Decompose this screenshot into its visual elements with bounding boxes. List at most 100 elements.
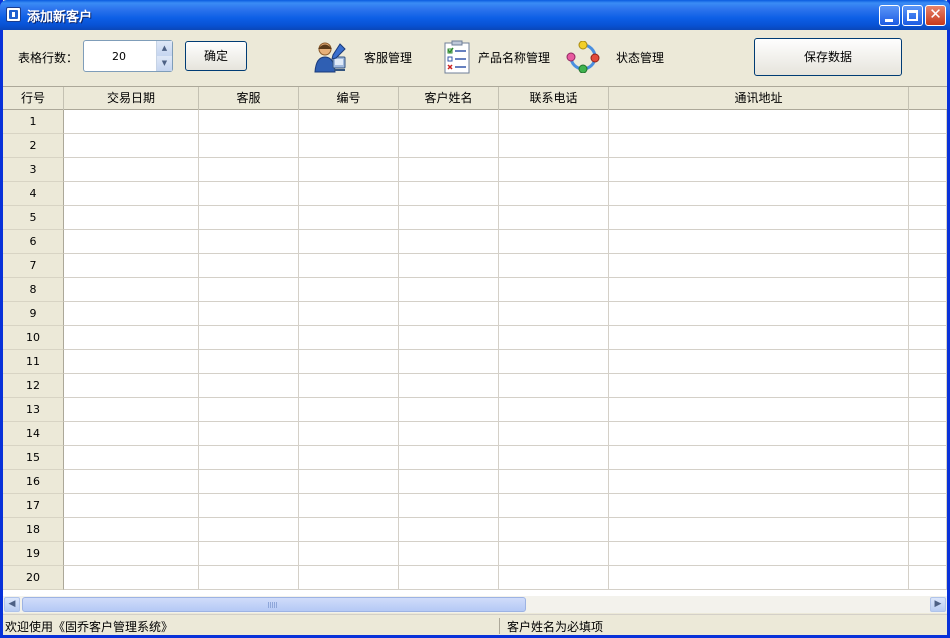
table-cell[interactable] <box>909 254 947 278</box>
table-cell[interactable] <box>399 278 499 302</box>
table-cell[interactable] <box>499 542 609 566</box>
table-cell[interactable] <box>199 350 299 374</box>
table-cell[interactable] <box>609 230 909 254</box>
table-cell[interactable] <box>199 566 299 590</box>
row-number[interactable]: 15 <box>3 446 64 470</box>
table-cell[interactable] <box>499 278 609 302</box>
table-cell[interactable] <box>299 326 399 350</box>
table-cell[interactable] <box>609 566 909 590</box>
table-cell[interactable] <box>64 206 199 230</box>
table-cell[interactable] <box>909 326 947 350</box>
table-cell[interactable] <box>199 134 299 158</box>
table-cell[interactable] <box>199 374 299 398</box>
table-cell[interactable] <box>609 134 909 158</box>
app-icon[interactable] <box>6 7 21 22</box>
table-cell[interactable] <box>499 470 609 494</box>
table-cell[interactable] <box>64 134 199 158</box>
table-row[interactable]: 5 <box>3 206 947 230</box>
horizontal-scrollbar[interactable]: ◀ ▶ <box>3 596 947 613</box>
table-cell[interactable] <box>609 182 909 206</box>
table-cell[interactable] <box>499 158 609 182</box>
table-cell[interactable] <box>299 422 399 446</box>
table-cell[interactable] <box>64 542 199 566</box>
close-button[interactable]: ✕ <box>925 5 946 26</box>
table-cell[interactable] <box>64 326 199 350</box>
row-number[interactable]: 16 <box>3 470 64 494</box>
table-cell[interactable] <box>909 350 947 374</box>
table-row[interactable]: 19 <box>3 542 947 566</box>
table-cell[interactable] <box>499 374 609 398</box>
table-row[interactable]: 3 <box>3 158 947 182</box>
table-cell[interactable] <box>499 494 609 518</box>
table-cell[interactable] <box>399 446 499 470</box>
table-cell[interactable] <box>399 206 499 230</box>
table-cell[interactable] <box>499 230 609 254</box>
column-header-number[interactable]: 编号 <box>299 87 399 110</box>
column-header-address[interactable]: 通讯地址 <box>609 87 909 110</box>
table-cell[interactable] <box>609 110 909 134</box>
rows-value[interactable]: 20 <box>84 50 154 63</box>
table-cell[interactable] <box>909 446 947 470</box>
row-number[interactable]: 7 <box>3 254 64 278</box>
table-cell[interactable] <box>299 470 399 494</box>
table-cell[interactable] <box>499 422 609 446</box>
table-cell[interactable] <box>909 302 947 326</box>
row-number[interactable]: 17 <box>3 494 64 518</box>
table-cell[interactable] <box>399 470 499 494</box>
save-data-button[interactable]: 保存数据 <box>754 38 902 76</box>
table-cell[interactable] <box>499 350 609 374</box>
table-cell[interactable] <box>64 398 199 422</box>
row-number[interactable]: 18 <box>3 518 64 542</box>
table-cell[interactable] <box>499 110 609 134</box>
table-cell[interactable] <box>299 518 399 542</box>
row-number[interactable]: 11 <box>3 350 64 374</box>
table-row[interactable]: 10 <box>3 326 947 350</box>
checklist-icon[interactable] <box>443 40 471 74</box>
table-cell[interactable] <box>299 110 399 134</box>
table-cell[interactable] <box>64 158 199 182</box>
scroll-left-icon[interactable]: ◀ <box>4 597 20 612</box>
table-cell[interactable] <box>299 302 399 326</box>
table-cell[interactable] <box>299 158 399 182</box>
table-cell[interactable] <box>609 446 909 470</box>
column-header-trade-date[interactable]: 交易日期 <box>64 87 199 110</box>
table-cell[interactable] <box>399 302 499 326</box>
table-row[interactable]: 14 <box>3 422 947 446</box>
table-cell[interactable] <box>399 542 499 566</box>
table-cell[interactable] <box>64 302 199 326</box>
table-cell[interactable] <box>499 446 609 470</box>
table-cell[interactable] <box>299 494 399 518</box>
table-cell[interactable] <box>199 518 299 542</box>
table-cell[interactable] <box>909 422 947 446</box>
table-cell[interactable] <box>64 374 199 398</box>
table-cell[interactable] <box>199 182 299 206</box>
table-cell[interactable] <box>199 278 299 302</box>
table-cell[interactable] <box>609 254 909 278</box>
table-cell[interactable] <box>399 350 499 374</box>
table-row[interactable]: 4 <box>3 182 947 206</box>
table-cell[interactable] <box>909 542 947 566</box>
table-cell[interactable] <box>609 398 909 422</box>
row-number[interactable]: 4 <box>3 182 64 206</box>
table-cell[interactable] <box>299 350 399 374</box>
table-cell[interactable] <box>199 254 299 278</box>
table-cell[interactable] <box>609 350 909 374</box>
row-number[interactable]: 2 <box>3 134 64 158</box>
table-row[interactable]: 12 <box>3 374 947 398</box>
table-cell[interactable] <box>909 278 947 302</box>
table-cell[interactable] <box>499 302 609 326</box>
customer-service-icon[interactable] <box>314 40 348 74</box>
row-number[interactable]: 1 <box>3 110 64 134</box>
table-cell[interactable] <box>299 446 399 470</box>
row-number[interactable]: 19 <box>3 542 64 566</box>
table-cell[interactable] <box>64 446 199 470</box>
table-row[interactable]: 8 <box>3 278 947 302</box>
table-cell[interactable] <box>499 398 609 422</box>
table-cell[interactable] <box>909 206 947 230</box>
table-row[interactable]: 17 <box>3 494 947 518</box>
table-cell[interactable] <box>64 182 199 206</box>
table-cell[interactable] <box>64 518 199 542</box>
table-cell[interactable] <box>609 278 909 302</box>
table-cell[interactable] <box>299 134 399 158</box>
table-cell[interactable] <box>299 254 399 278</box>
